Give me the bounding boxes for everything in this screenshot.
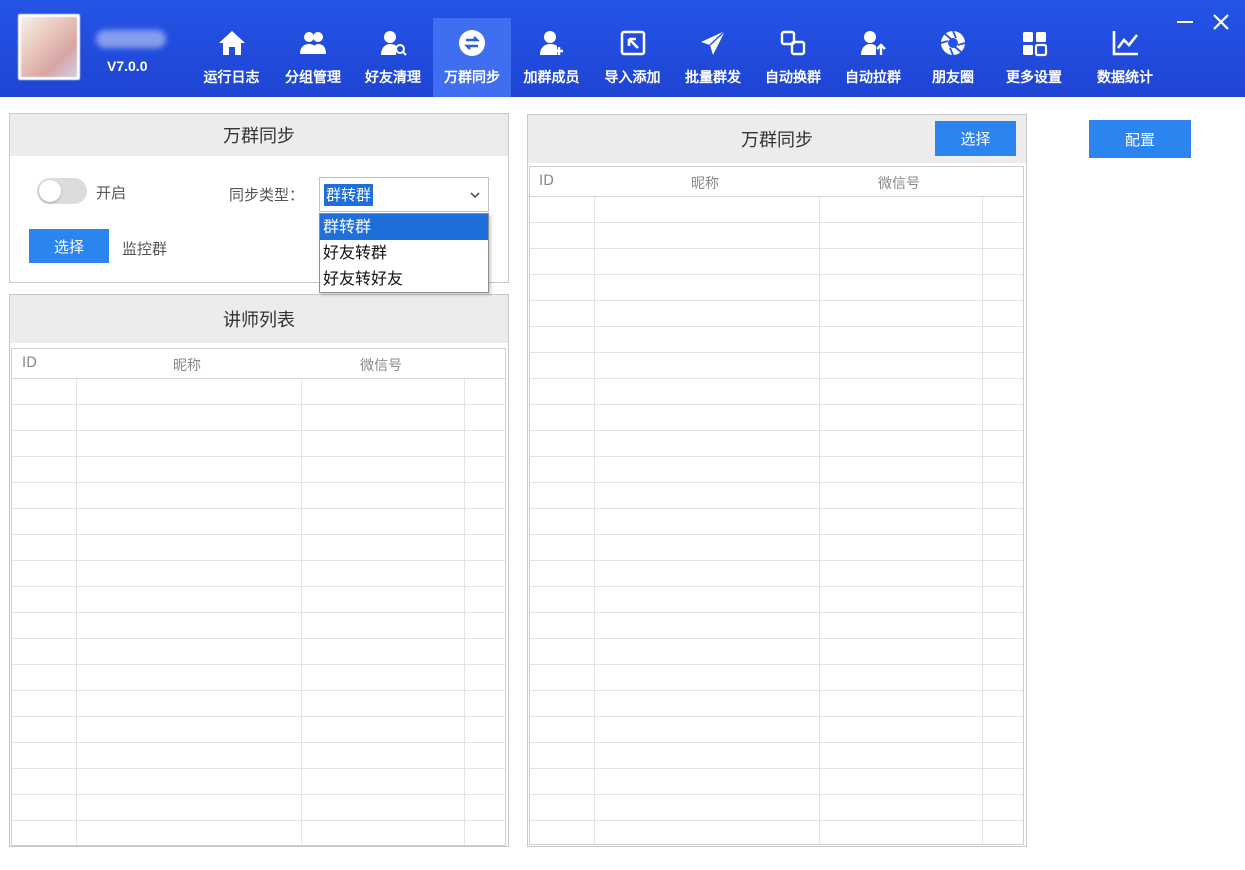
nav-item-import-add[interactable]: 导入添加 xyxy=(592,18,673,97)
nav-label: 导入添加 xyxy=(604,70,661,86)
sync-type-select[interactable]: 群转群 xyxy=(319,177,489,212)
monitor-group-label: 监控群 xyxy=(122,240,168,258)
nav-item-run-log[interactable]: 运行日志 xyxy=(190,18,273,97)
column-divider xyxy=(982,197,983,844)
nav-label: 好友清理 xyxy=(365,70,421,86)
nav-label: 朋友圈 xyxy=(932,70,974,86)
nav-item-group-sync[interactable]: 万群同步 xyxy=(433,18,511,97)
toggle-knob xyxy=(39,180,61,202)
nav-label: 更多设置 xyxy=(1006,70,1062,86)
chart-icon xyxy=(1112,31,1139,56)
select-monitor-group-button[interactable]: 选择 xyxy=(29,229,109,263)
nav-label: 运行日志 xyxy=(203,70,260,86)
sync-type-label: 同步类型： xyxy=(229,186,305,204)
import-icon xyxy=(620,30,645,56)
table-header: ID 昵称 微信号 xyxy=(12,349,505,379)
user-add-icon xyxy=(539,31,563,55)
column-header-id: ID xyxy=(22,355,37,371)
main-nav: 运行日志 分组管理 好友清理 万群同步 加群成员 导入添加 批量群发 自动换群 xyxy=(190,18,1175,97)
nav-item-more-settings[interactable]: 更多设置 xyxy=(993,18,1075,97)
users-icon xyxy=(300,32,326,54)
nav-item-friend-clean[interactable]: 好友清理 xyxy=(353,18,433,97)
nav-label: 加群成员 xyxy=(523,70,580,86)
nickname-blurred xyxy=(96,30,166,48)
sync-icon xyxy=(459,30,485,56)
nav-label: 自动换群 xyxy=(765,70,821,86)
sync-type-value: 群转群 xyxy=(324,184,374,206)
column-header-nickname: 昵称 xyxy=(691,176,719,192)
sync-type-dropdown: 群转群 好友转群 好友转好友 xyxy=(319,213,489,293)
nav-item-bulk-send[interactable]: 批量群发 xyxy=(673,18,753,97)
dropdown-option-friend-to-group[interactable]: 好友转群 xyxy=(320,240,488,266)
enable-label: 开启 xyxy=(96,184,127,202)
enable-toggle[interactable] xyxy=(37,178,87,204)
nav-item-group-manage[interactable]: 分组管理 xyxy=(273,18,353,97)
column-divider xyxy=(594,197,595,844)
column-divider xyxy=(301,379,302,845)
column-header-wechat-id: 微信号 xyxy=(360,358,402,374)
config-button[interactable]: 配置 xyxy=(1089,120,1191,158)
nav-item-auto-pull-group[interactable]: 自动拉群 xyxy=(833,18,913,97)
swap-icon xyxy=(780,30,806,56)
minimize-icon[interactable] xyxy=(1177,14,1195,30)
home-icon xyxy=(218,31,245,55)
user-search-icon xyxy=(381,31,407,56)
nav-label: 万群同步 xyxy=(444,70,500,86)
nav-item-add-group-members[interactable]: 加群成员 xyxy=(511,18,592,97)
nav-item-moments[interactable]: 朋友圈 xyxy=(913,18,993,97)
dropdown-option-friend-to-friend[interactable]: 好友转好友 xyxy=(320,266,488,292)
column-header-id: ID xyxy=(539,173,554,189)
top-bar: V7.0.0 运行日志 分组管理 好友清理 万群同步 加群成员 导入添加 批量群 xyxy=(0,0,1245,97)
table-header: ID 昵称 微信号 xyxy=(530,167,1023,197)
close-icon[interactable] xyxy=(1211,12,1231,32)
column-header-wechat-id: 微信号 xyxy=(878,176,920,192)
nav-label: 批量群发 xyxy=(685,70,741,86)
column-divider xyxy=(76,379,77,845)
user-up-icon xyxy=(861,31,886,55)
nav-item-auto-switch-group[interactable]: 自动换群 xyxy=(753,18,833,97)
column-header-nickname: 昵称 xyxy=(173,358,201,374)
table-body xyxy=(530,197,1023,844)
send-icon xyxy=(701,30,726,55)
nav-item-data-stats[interactable]: 数据统计 xyxy=(1075,18,1175,97)
avatar[interactable] xyxy=(18,14,80,80)
nav-label: 分组管理 xyxy=(285,70,341,86)
version-label: V7.0.0 xyxy=(107,58,148,74)
column-divider xyxy=(464,379,465,845)
sync-target-table: ID 昵称 微信号 xyxy=(529,166,1024,845)
chevron-down-icon xyxy=(470,192,480,199)
teacher-list-title: 讲师列表 xyxy=(10,295,508,343)
nav-label: 数据统计 xyxy=(1097,70,1153,86)
dropdown-option-group-to-group[interactable]: 群转群 xyxy=(320,214,488,240)
nav-label: 自动拉群 xyxy=(845,70,901,86)
aperture-icon xyxy=(940,30,966,56)
sync-settings-title: 万群同步 xyxy=(10,114,508,156)
column-divider xyxy=(819,197,820,844)
select-target-button[interactable]: 选择 xyxy=(935,121,1016,156)
table-body xyxy=(12,379,505,845)
grid-icon xyxy=(1023,32,1048,57)
teacher-table: ID 昵称 微信号 xyxy=(11,348,506,846)
